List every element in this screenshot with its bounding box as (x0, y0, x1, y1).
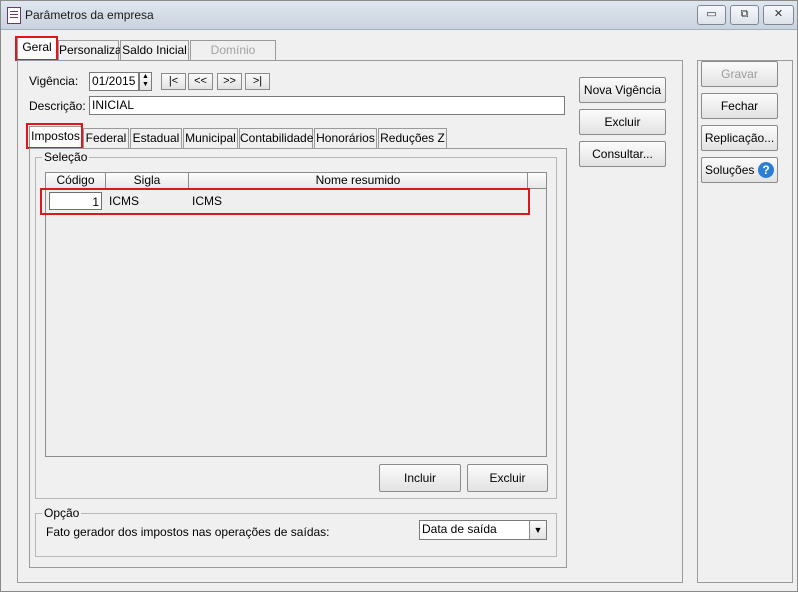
tab-municipal[interactable]: Municipal (183, 128, 238, 148)
nome-resumido-cell[interactable]: ICMS (190, 192, 524, 210)
column-nome-resumido[interactable]: Nome resumido (189, 173, 528, 189)
codigo-cell[interactable]: 1 (49, 192, 102, 210)
window-title: Parâmetros da empresa (25, 8, 154, 22)
impostos-grid[interactable]: Código Sigla Nome resumido 1 ICMS ICMS (45, 172, 547, 457)
previous-button[interactable]: << (188, 73, 213, 90)
fato-gerador-value: Data de saída (422, 522, 497, 536)
fato-gerador-label: Fato gerador dos impostos nas operações … (46, 525, 330, 539)
vigencia-spinner[interactable]: ▲ ▼ (139, 72, 152, 91)
tab-federal[interactable]: Federal (83, 128, 129, 148)
tab-reducoes-z[interactable]: Reduções Z (378, 128, 447, 148)
selecao-label: Seleção (42, 150, 90, 164)
descricao-field[interactable]: INICIAL (89, 96, 565, 115)
solucoes-label: Soluções (705, 163, 755, 177)
tab-honorarios[interactable]: Honorários (314, 128, 377, 148)
vigencia-field[interactable]: 01/2015 (89, 72, 139, 91)
incluir-button[interactable]: Incluir (379, 464, 461, 492)
tab-contabilidade[interactable]: Contabilidade (239, 128, 313, 148)
tab-saldo-inicial[interactable]: Saldo Inicial (120, 40, 189, 60)
fechar-button[interactable]: Fechar (701, 93, 778, 119)
app-document-icon (7, 7, 21, 24)
fato-gerador-select[interactable]: Data de saída ▼ (419, 520, 547, 540)
restore-button[interactable]: ⧉ (730, 5, 759, 25)
solucoes-button[interactable]: Soluções ? (701, 157, 778, 183)
next-button[interactable]: >> (217, 73, 242, 90)
excluir-vigencia-button[interactable]: Excluir Vigência (579, 109, 666, 153)
tab-impostos[interactable]: Impostos (29, 126, 82, 148)
chevron-down-icon[interactable]: ▼ (529, 521, 546, 539)
opcao-label: Opção (42, 506, 82, 520)
first-button[interactable]: |< (161, 73, 186, 90)
replicacao-button[interactable]: Replicação... (701, 125, 778, 151)
tab-geral[interactable]: Geral (17, 37, 57, 59)
help-icon: ? (758, 162, 774, 178)
excluir-button[interactable]: Excluir (467, 464, 548, 492)
sigla-cell[interactable]: ICMS (107, 192, 185, 210)
column-codigo[interactable]: Código (46, 173, 106, 189)
vigencia-label: Vigência: (29, 74, 79, 88)
column-filler (528, 173, 546, 189)
column-sigla[interactable]: Sigla (106, 173, 189, 189)
parametros-empresa-window: Parâmetros da empresa ▭ ⧉ ✕ Geral Person… (0, 0, 798, 592)
tab-dominio-cliente: Domínio Cliente (190, 40, 276, 75)
nova-vigencia-button[interactable]: Nova Vigência (579, 77, 666, 103)
tab-personaliza[interactable]: Personaliza (58, 40, 122, 60)
title-bar: Parâmetros da empresa ▭ ⧉ ✕ (1, 1, 797, 30)
gravar-button: Gravar (701, 61, 778, 87)
consultar-button[interactable]: Consultar... (579, 141, 666, 167)
minimize-button[interactable]: ▭ (697, 5, 726, 25)
tab-estadual[interactable]: Estadual (130, 128, 182, 148)
close-button[interactable]: ✕ (763, 5, 794, 25)
descricao-label: Descrição: (29, 99, 86, 113)
last-button[interactable]: >| (245, 73, 270, 90)
